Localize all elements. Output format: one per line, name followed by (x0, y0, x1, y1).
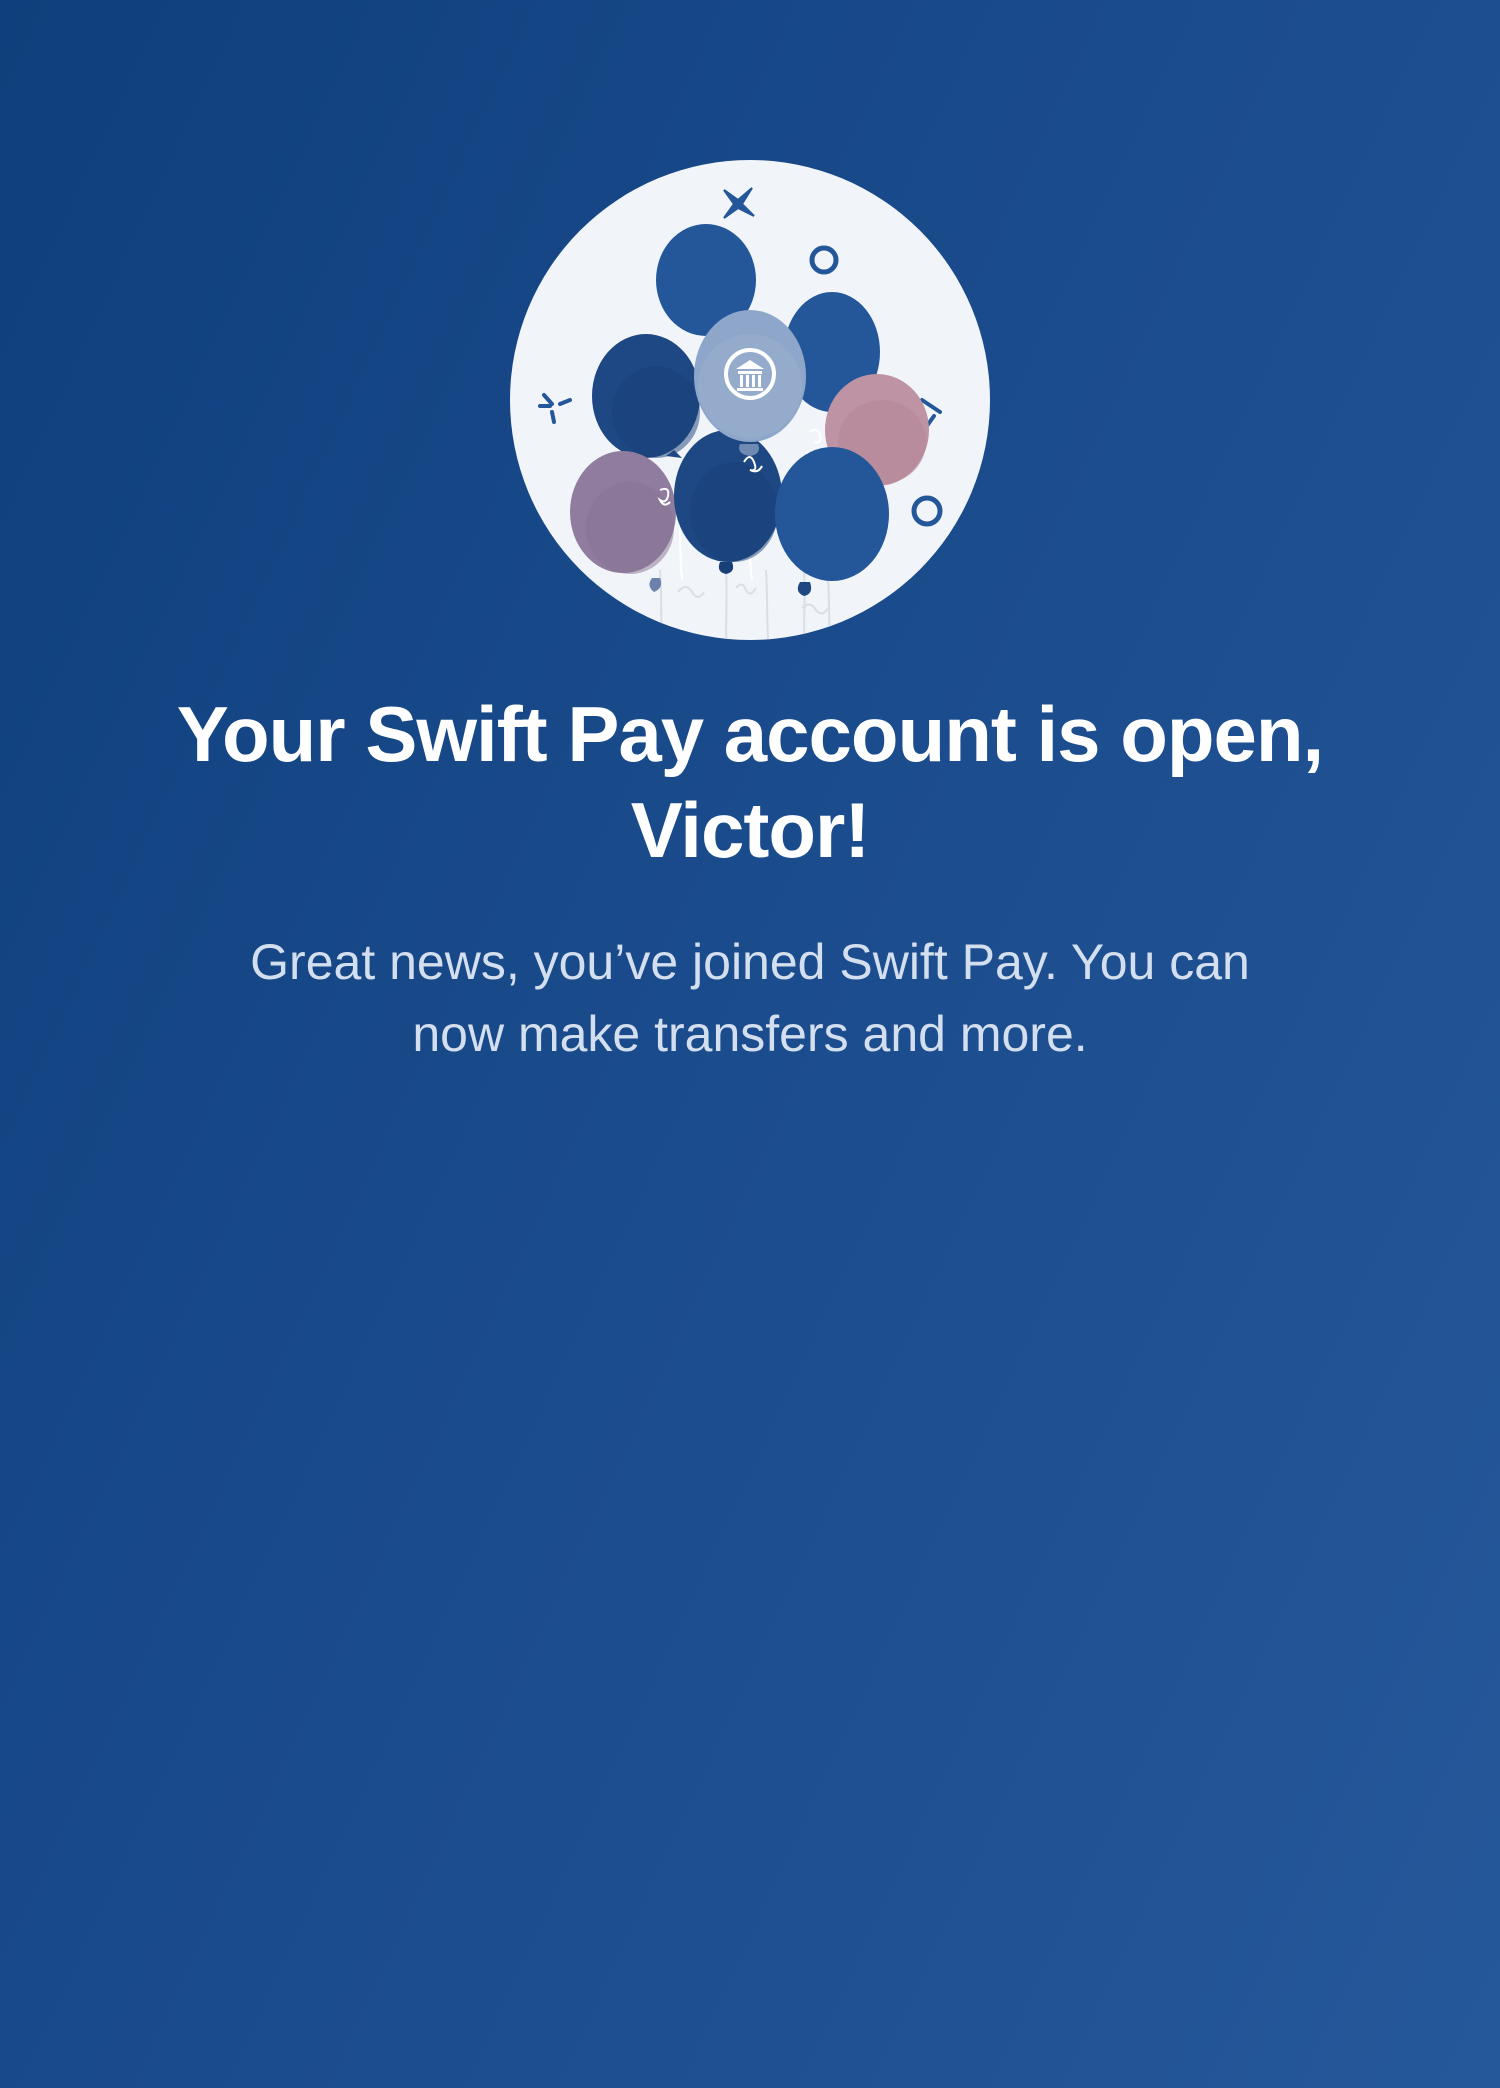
account-opened-screen: Your Swift Pay account is open, Victor! … (0, 0, 1500, 2088)
confirmation-message: Great news, you’ve joined Swift Pay. You… (250, 934, 1250, 1062)
balloon-dark-blue (592, 334, 700, 458)
page-title: Your Swift Pay account is open, Victor! (176, 690, 1324, 874)
celebration-balloons-illustration (510, 160, 990, 640)
